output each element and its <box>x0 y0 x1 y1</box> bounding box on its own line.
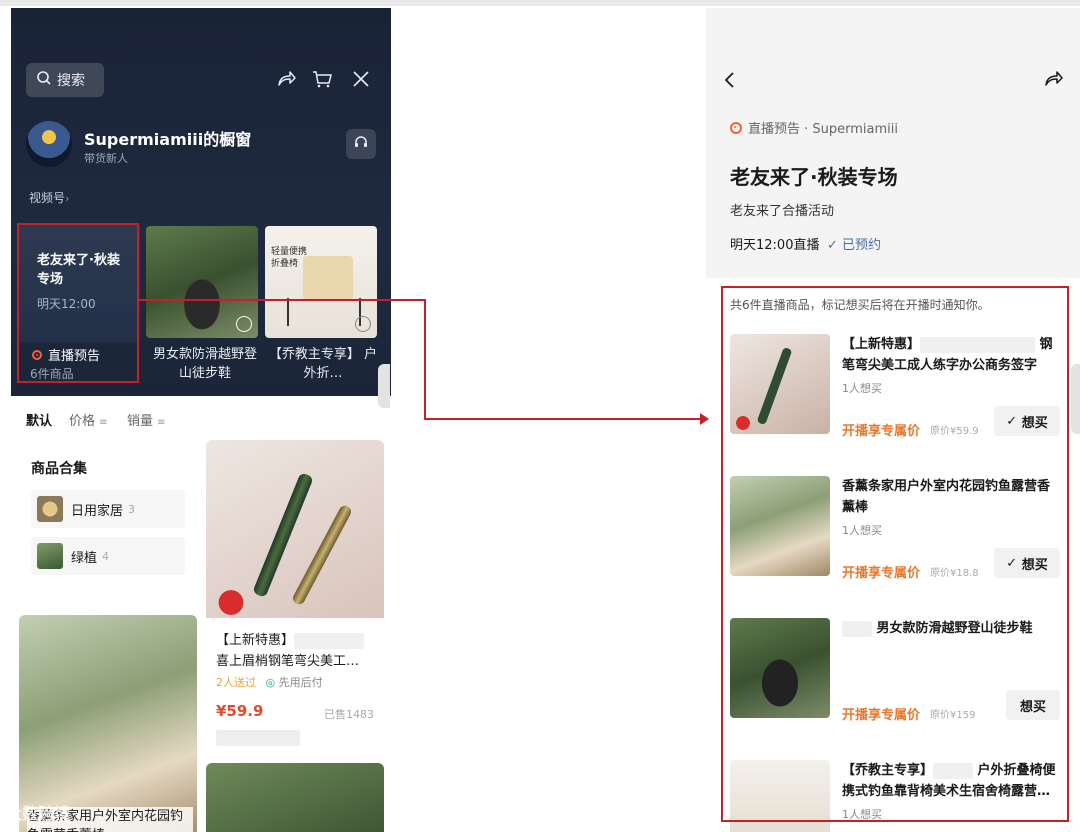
sort-sales[interactable]: 销量 ≡ <box>127 410 166 429</box>
product-card-plant[interactable] <box>206 763 384 832</box>
pen-meta: 2人送过 ◎ 先用后付 <box>216 676 323 689</box>
pen-placeholder-bar <box>216 730 300 746</box>
search-label: 搜索 <box>57 73 85 89</box>
sort-bar <box>11 396 391 442</box>
check-icon: ✓ <box>827 238 838 253</box>
mask-icon <box>236 316 252 332</box>
side-scroll-handle[interactable] <box>378 364 390 408</box>
plant-thumb-icon <box>37 543 63 569</box>
customer-service-button[interactable] <box>346 129 376 159</box>
close-icon[interactable] <box>350 68 372 90</box>
highlight-box-live-card <box>17 223 139 383</box>
avatar[interactable] <box>26 121 72 167</box>
channel-link[interactable]: 视频号› <box>29 189 69 206</box>
chair-thumbnail[interactable]: 轻量便携折叠椅 <box>265 226 377 338</box>
search-icon <box>36 70 52 90</box>
live-title: 老友来了·秋装专场 <box>730 165 898 189</box>
shop-subtitle: 带货新人 <box>84 152 128 165</box>
search-button[interactable]: 搜索 <box>26 63 104 97</box>
top-border <box>0 0 1080 6</box>
chair-seat-shape <box>303 256 353 300</box>
live-tag: 直播预告 · Supermiamiii <box>730 118 898 137</box>
connector-line <box>424 299 426 420</box>
collection-item-home[interactable]: 日用家居 3 <box>31 490 185 528</box>
chair-thumb-text: 轻量便携折叠椅 <box>271 247 308 269</box>
live-time: 明天12:00直播 <box>730 238 820 253</box>
shoe-thumbnail[interactable] <box>146 226 258 338</box>
sort-default[interactable]: 默认 <box>26 410 52 429</box>
product-card-pen[interactable]: 【上新特惠】 喜上眉梢钢笔弯尖美工… 2人送过 ◎ 先用后付 ¥59.9 已售1… <box>206 440 384 754</box>
pen-price: ¥59.9 <box>216 702 264 720</box>
pen-product-image <box>206 440 384 620</box>
flower-shape <box>206 585 256 620</box>
connector-line <box>424 418 706 420</box>
highlight-box-product-list <box>721 286 1069 822</box>
watermark: 大数跨境 <box>6 804 71 823</box>
chair-legs-shape <box>287 298 361 326</box>
arrow-head-icon <box>700 413 709 425</box>
cart-icon[interactable] <box>311 68 333 90</box>
chevron-right-icon: › <box>65 192 70 205</box>
pay-later-icon: ◎ <box>265 676 276 689</box>
share-icon[interactable] <box>275 68 297 90</box>
shoe-caption[interactable]: 男女款防滑越野登山徒步鞋 <box>149 345 261 383</box>
pen-title: 【上新特惠】 喜上眉梢钢笔弯尖美工… <box>216 630 376 672</box>
sort-icon: ≡ <box>99 417 108 428</box>
back-icon[interactable] <box>720 70 740 94</box>
sort-icon: ≡ <box>157 417 166 428</box>
home-thumb-icon <box>37 496 63 522</box>
sort-price[interactable]: 价格 ≡ <box>69 410 108 429</box>
collection-title: 商品合集 <box>31 461 87 477</box>
mask-icon <box>355 316 371 332</box>
pen-shape <box>290 503 354 607</box>
side-scroll-handle[interactable] <box>1071 364 1080 434</box>
headset-icon <box>353 134 369 154</box>
storefront-screen: 搜索 Supermiamiii的橱窗 带货新人 视频号› 老友来了·秋装专场 明… <box>11 8 391 832</box>
collection-item-plants[interactable]: 绿植 4 <box>31 537 185 575</box>
share-icon[interactable] <box>1042 68 1064 94</box>
shop-name: Supermiamiii的橱窗 <box>84 130 252 149</box>
chair-caption[interactable]: 【乔教主专享】 户外折… <box>267 345 379 383</box>
live-dot-icon <box>730 121 742 134</box>
booked-status[interactable]: ✓ 已预约 <box>827 234 881 253</box>
live-subtitle: 老友来了合播活动 <box>730 204 835 219</box>
connector-line <box>139 299 425 301</box>
pen-sold: 已售1483 <box>324 708 374 721</box>
